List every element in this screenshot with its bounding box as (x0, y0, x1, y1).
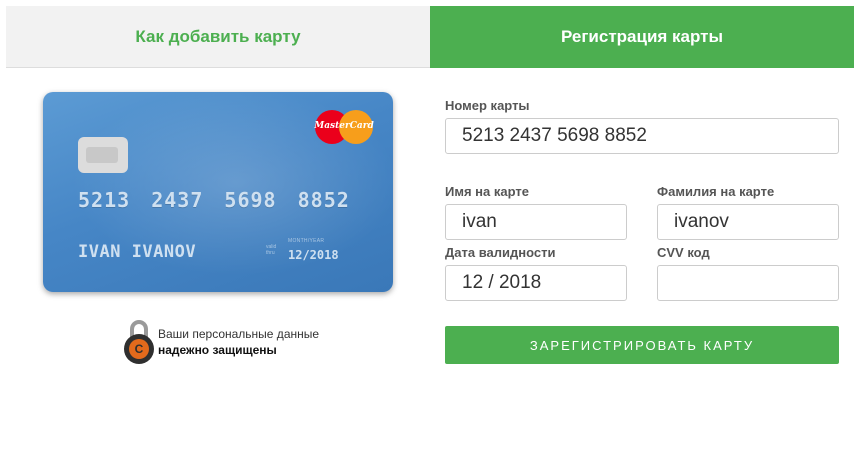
card-preview-number: 5213 2437 5698 8852 (78, 188, 350, 212)
tab-card-registration[interactable]: Регистрация карты (430, 6, 854, 68)
card-preview-valid-caption: valid thru (266, 244, 277, 256)
chip-icon (78, 137, 128, 173)
card-preview-month-year: MONTH/YEAR (288, 238, 325, 244)
expiry-input[interactable] (445, 265, 627, 301)
security-text-line2: надежно защищены (158, 343, 277, 357)
first-name-label: Имя на карте (445, 184, 529, 199)
expiry-label: Дата валидности (445, 245, 556, 260)
card-preview: MasterCard 5213 2437 5698 8852 IVAN IVAN… (43, 92, 393, 292)
card-number-input[interactable] (445, 118, 839, 154)
card-preview-holder: IVAN IVANOV (78, 242, 197, 262)
register-card-button[interactable]: ЗАРЕГИСТРИРОВАТЬ КАРТУ (445, 326, 839, 364)
security-note: C Ваши персональные данные надежно защищ… (124, 320, 334, 364)
tab-bar: Как добавить карту Регистрация карты (6, 6, 854, 68)
mastercard-logo-text: MasterCard (314, 121, 374, 131)
last-name-label: Фамилия на карте (657, 184, 775, 199)
card-preview-expiry: 12/2018 (288, 248, 339, 262)
tab-how-to-add-card[interactable]: Как добавить карту (6, 6, 430, 68)
mastercard-logo: MasterCard (313, 108, 375, 146)
first-name-input[interactable] (445, 204, 627, 240)
cvv-label: CVV код (657, 245, 710, 260)
last-name-input[interactable] (657, 204, 839, 240)
card-number-label: Номер карты (445, 98, 530, 113)
cvv-input[interactable] (657, 265, 839, 301)
security-text-line1: Ваши персональные данные (158, 327, 320, 341)
